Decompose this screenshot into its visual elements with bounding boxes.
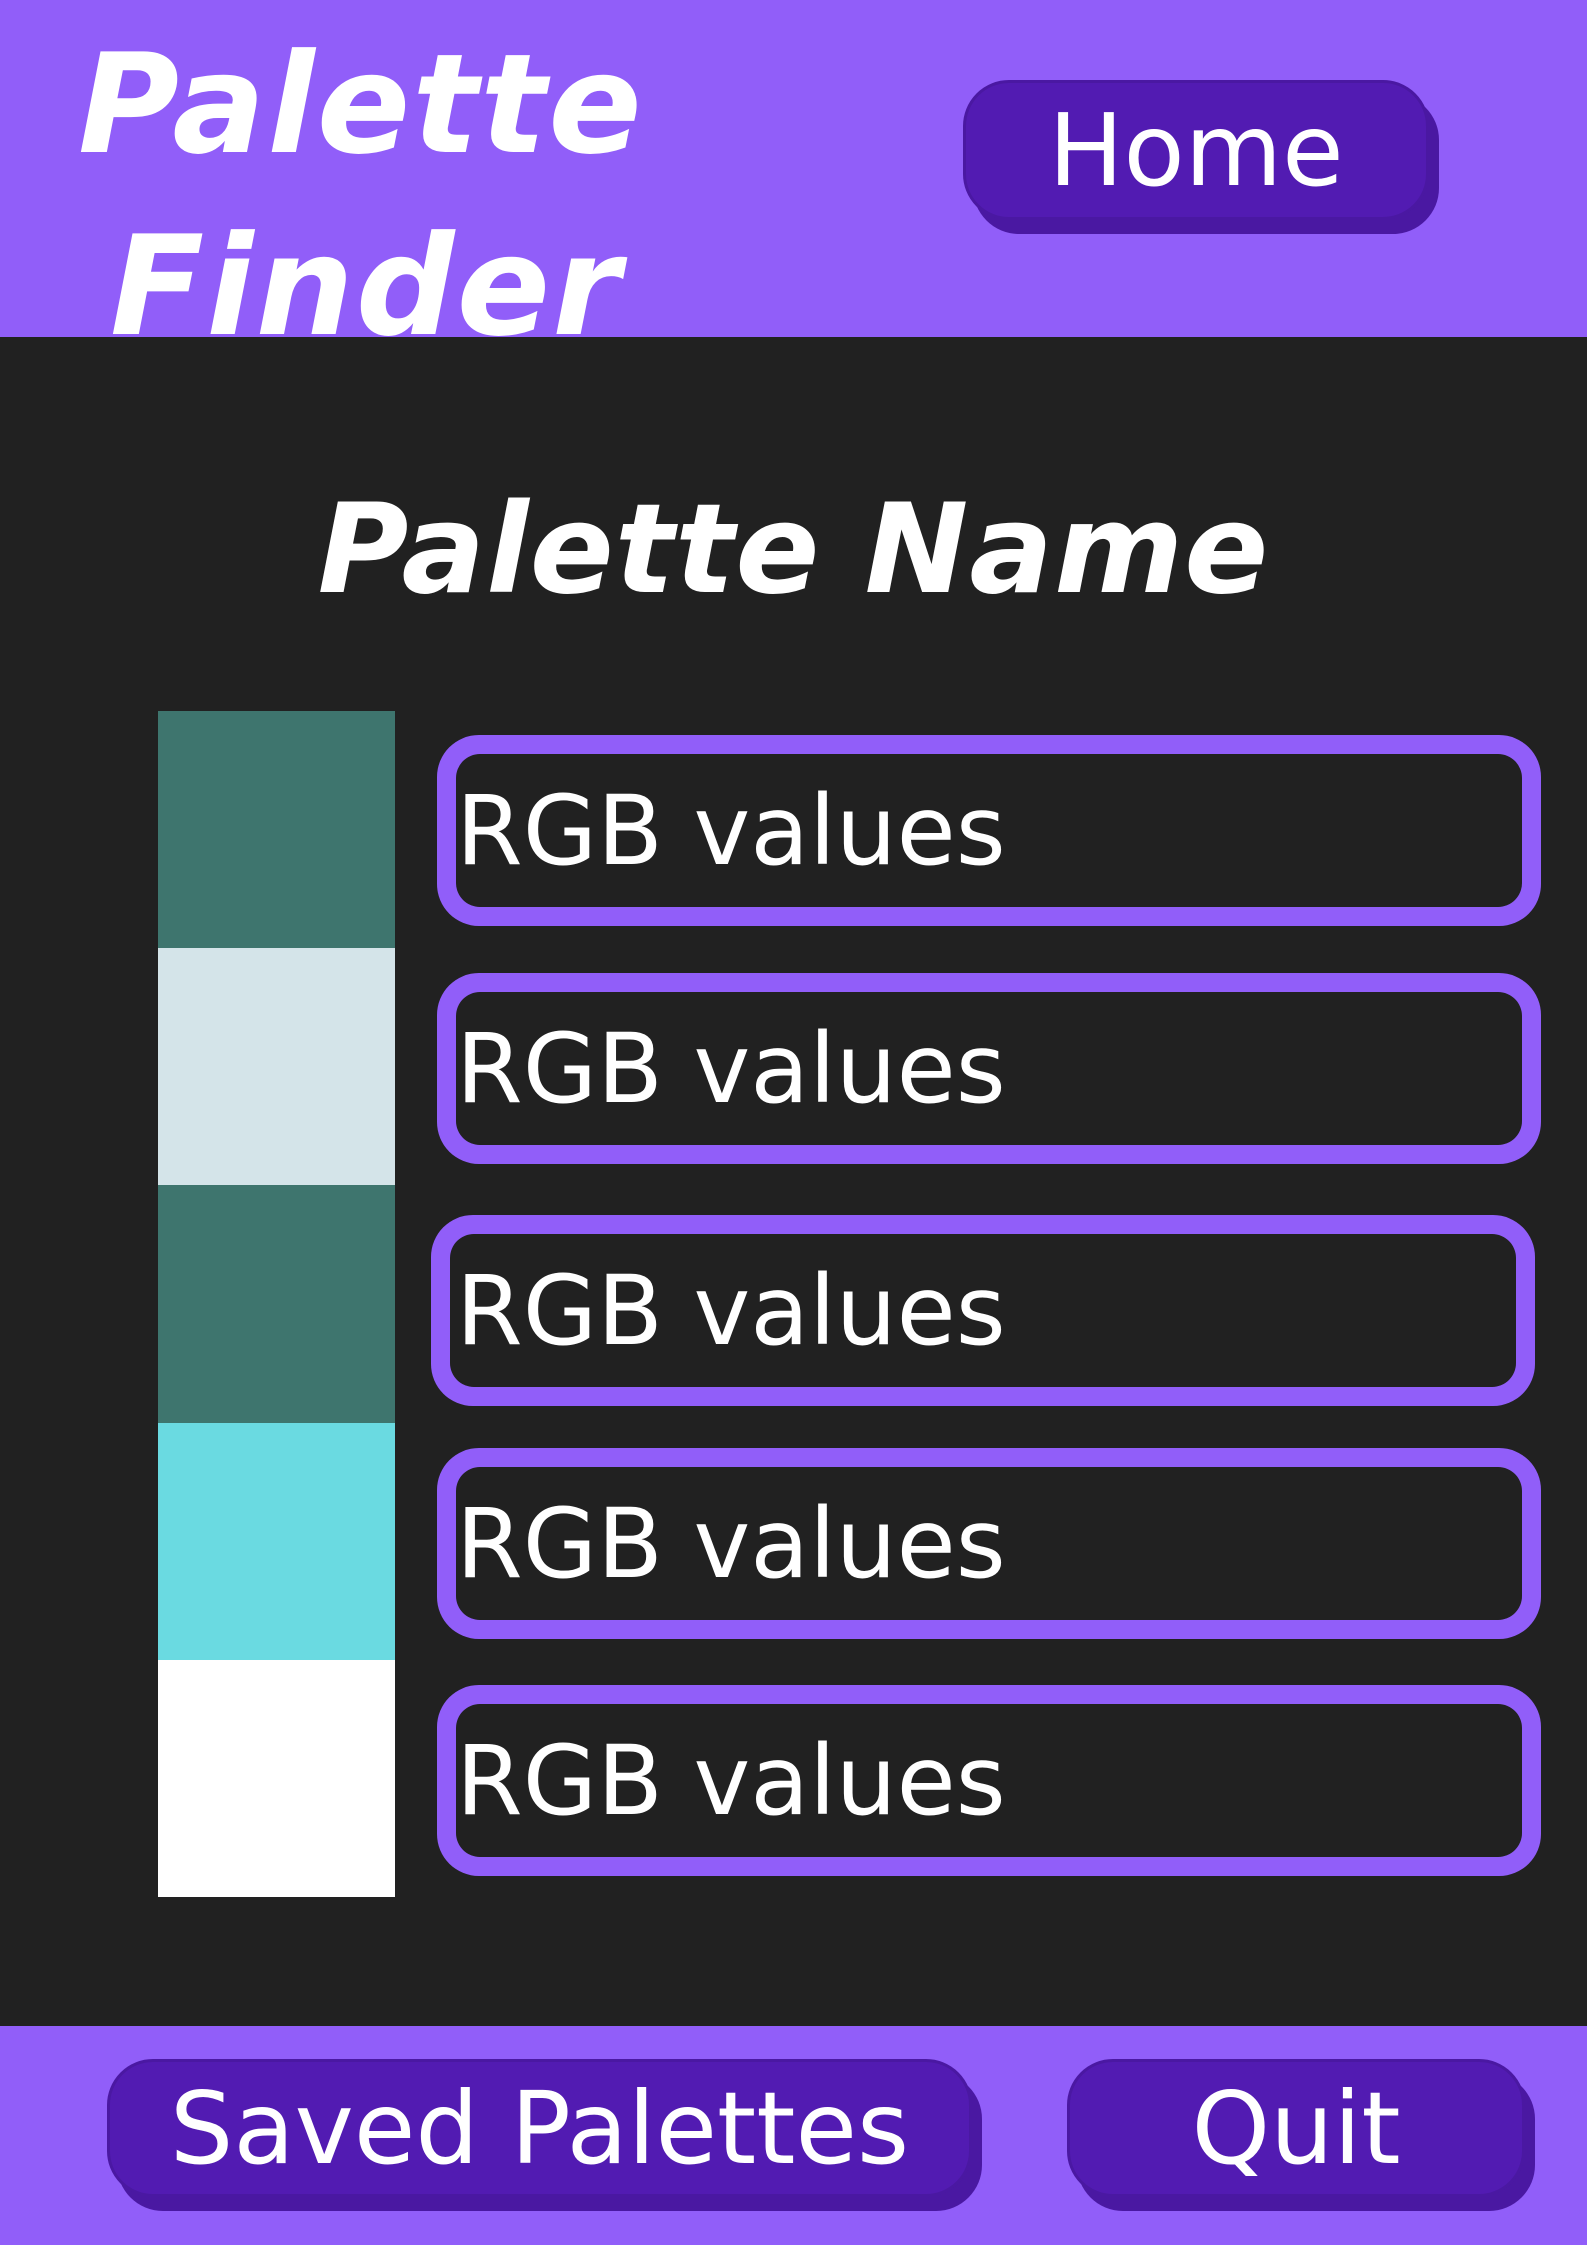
app-title: Palette Finder: [78, 14, 644, 378]
rgb-values-field-2[interactable]: RGB values: [437, 973, 1541, 1164]
rgb-values-field-inner: RGB values: [456, 754, 1522, 907]
color-swatch-4: [158, 1422, 395, 1660]
swatch-strip: [158, 711, 395, 1898]
home-button[interactable]: Home: [963, 80, 1429, 220]
saved-palettes-button[interactable]: Saved Palettes: [107, 2059, 972, 2197]
color-swatch-1: [158, 711, 395, 949]
palette-name-heading: Palette Name: [317, 478, 1270, 622]
footer-bar: Saved Palettes Quit: [0, 2026, 1587, 2245]
rgb-values-field-3[interactable]: RGB values: [431, 1215, 1535, 1406]
rgb-values-field-inner: RGB values: [456, 992, 1522, 1145]
rgb-values-field-inner: RGB values: [456, 1467, 1522, 1620]
color-swatch-2: [158, 948, 395, 1186]
rgb-values-field-4[interactable]: RGB values: [437, 1448, 1541, 1639]
app-title-line-2: Finder: [110, 206, 623, 367]
color-swatch-3: [158, 1185, 395, 1423]
rgb-values-field-inner: RGB values: [450, 1234, 1516, 1387]
header-bar: Palette Finder Home: [0, 0, 1587, 367]
rgb-values-field-5[interactable]: RGB values: [437, 1685, 1541, 1876]
color-swatch-5: [158, 1659, 395, 1898]
rgb-values-field-inner: RGB values: [456, 1704, 1522, 1857]
rgb-values-field-1[interactable]: RGB values: [437, 735, 1541, 926]
app-title-line-1: Palette: [78, 24, 644, 185]
quit-button[interactable]: Quit: [1067, 2059, 1525, 2197]
